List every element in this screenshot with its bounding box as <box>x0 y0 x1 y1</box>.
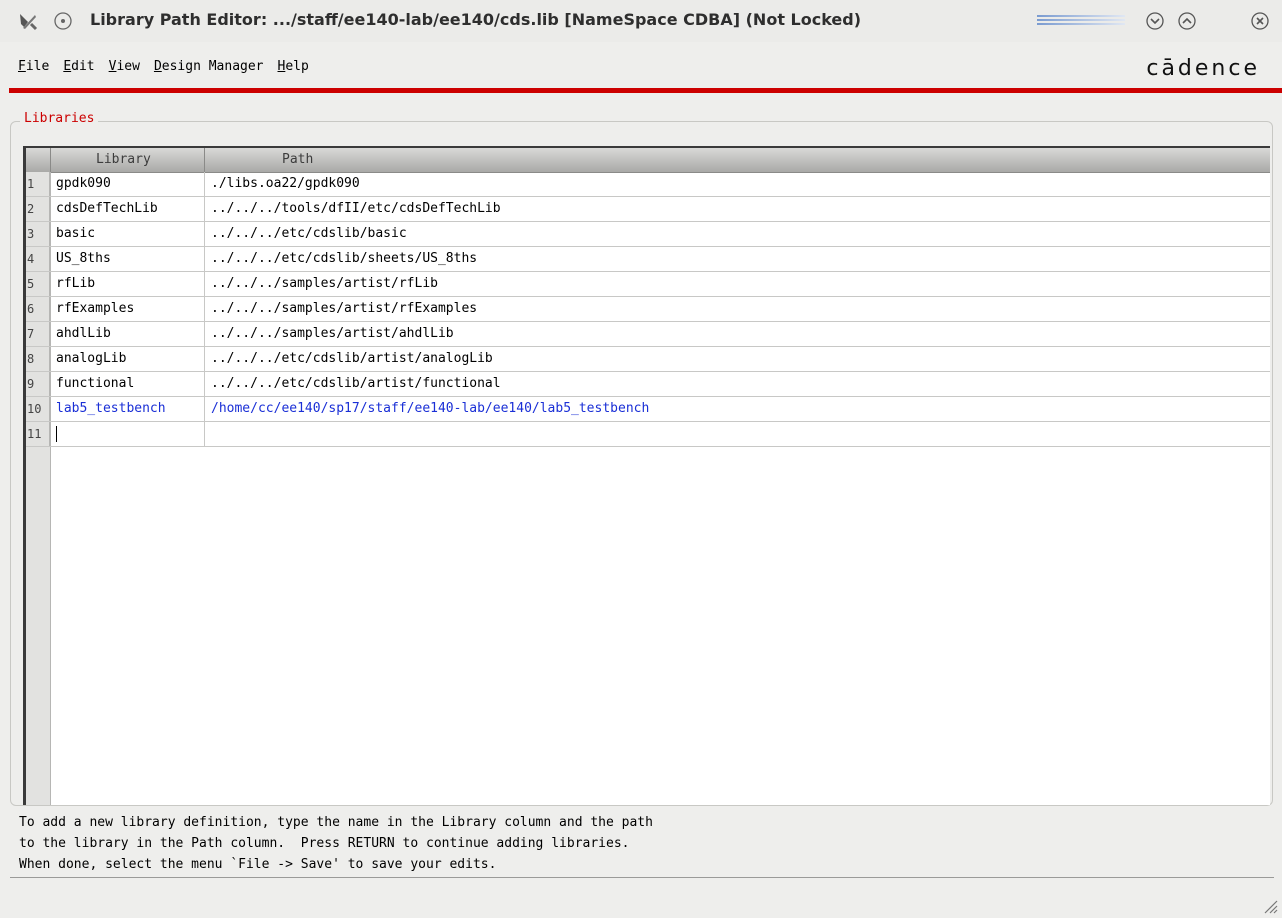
text-cursor <box>56 426 57 442</box>
table-row-new[interactable]: 11 <box>26 422 1270 447</box>
path-cell[interactable]: ../../../samples/artist/rfLib <box>211 272 438 296</box>
library-cell[interactable]: rfLib <box>56 272 95 296</box>
table-row[interactable]: 4 US_8ths ../../../etc/cdslib/sheets/US_… <box>26 247 1270 272</box>
path-cell[interactable]: ../../../etc/cdslib/artist/analogLib <box>211 347 493 371</box>
resize-grip-icon[interactable] <box>1260 896 1278 914</box>
menu-edit[interactable]: Edit <box>63 59 94 74</box>
close-icon[interactable] <box>1249 10 1271 32</box>
title-decoration <box>1037 15 1125 29</box>
row-number: 1 <box>26 172 50 196</box>
accent-divider <box>9 88 1282 93</box>
minimize-icon[interactable] <box>1144 10 1166 32</box>
maximize-icon[interactable] <box>1176 10 1198 32</box>
table-row[interactable]: 2 cdsDefTechLib ../../../tools/dfII/etc/… <box>26 197 1270 222</box>
library-cell[interactable]: functional <box>56 372 134 396</box>
table-row[interactable]: 6 rfExamples ../../../samples/artist/rfE… <box>26 297 1270 322</box>
status-divider <box>10 877 1274 878</box>
row-number: 3 <box>26 222 50 246</box>
table-row[interactable]: 8 analogLib ../../../etc/cdslib/artist/a… <box>26 347 1270 372</box>
menu-design-manager[interactable]: Design Manager <box>154 59 264 74</box>
library-cell[interactable]: rfExamples <box>56 297 134 321</box>
path-cell[interactable]: ./libs.oa22/gpdk090 <box>211 172 360 196</box>
library-cell[interactable]: basic <box>56 222 95 246</box>
menu-bar: File Edit View Design Manager Help cāden… <box>0 42 1282 88</box>
path-cell[interactable]: ../../../tools/dfII/etc/cdsDefTechLib <box>211 197 501 221</box>
cadence-logo: cādence <box>1146 56 1260 81</box>
row-number: 10 <box>26 397 50 421</box>
row-number: 11 <box>26 422 50 446</box>
library-cell[interactable]: ahdlLib <box>56 322 111 346</box>
path-cell[interactable]: ../../../etc/cdslib/basic <box>211 222 407 246</box>
help-line: to the library in the Path column. Press… <box>19 836 630 851</box>
menu-help[interactable]: Help <box>278 59 309 74</box>
table-row[interactable]: 1 gpdk090 ./libs.oa22/gpdk090 <box>26 172 1270 197</box>
menu-view[interactable]: View <box>109 59 140 74</box>
table-header: Library Path <box>26 148 1270 173</box>
app-icon[interactable] <box>17 10 39 32</box>
table-row[interactable]: 9 functional ../../../etc/cdslib/artist/… <box>26 372 1270 397</box>
menu: File Edit View Design Manager Help <box>18 59 323 74</box>
library-cell[interactable]: lab5_testbench <box>56 397 166 421</box>
library-cell[interactable]: US_8ths <box>56 247 111 271</box>
path-cell[interactable]: ../../../etc/cdslib/sheets/US_8ths <box>211 247 477 271</box>
row-number: 2 <box>26 197 50 221</box>
table-row[interactable]: 5 rfLib ../../../samples/artist/rfLib <box>26 272 1270 297</box>
sticky-icon[interactable] <box>52 10 74 32</box>
help-line: When done, select the menu `File -> Save… <box>19 857 497 872</box>
table-row[interactable]: 10 lab5_testbench /home/cc/ee140/sp17/st… <box>26 397 1270 422</box>
path-cell[interactable]: ../../../etc/cdslib/artist/functional <box>211 372 501 396</box>
library-table[interactable]: Library Path 1 gpdk090 ./libs.oa22/gpdk0… <box>23 146 1270 805</box>
row-number: 6 <box>26 297 50 321</box>
group-label: Libraries <box>20 111 99 126</box>
path-cell[interactable]: /home/cc/ee140/sp17/staff/ee140-lab/ee14… <box>211 397 649 421</box>
library-cell[interactable]: cdsDefTechLib <box>56 197 158 221</box>
row-number: 9 <box>26 372 50 396</box>
column-header-library[interactable]: Library <box>96 152 151 167</box>
window-title: Library Path Editor: .../staff/ee140-lab… <box>90 10 862 29</box>
table-row[interactable]: 3 basic ../../../etc/cdslib/basic <box>26 222 1270 247</box>
path-cell[interactable]: ../../../samples/artist/ahdlLib <box>211 322 454 346</box>
row-number: 5 <box>26 272 50 296</box>
row-number: 4 <box>26 247 50 271</box>
help-line: To add a new library definition, type th… <box>19 815 653 830</box>
table-row[interactable]: 7 ahdlLib ../../../samples/artist/ahdlLi… <box>26 322 1270 347</box>
library-cell[interactable]: analogLib <box>56 347 126 371</box>
row-number: 8 <box>26 347 50 371</box>
column-header-path[interactable]: Path <box>282 152 313 167</box>
row-number: 7 <box>26 322 50 346</box>
library-cell[interactable]: gpdk090 <box>56 172 111 196</box>
menu-file[interactable]: File <box>18 59 49 74</box>
title-bar: Library Path Editor: .../staff/ee140-lab… <box>0 0 1282 42</box>
path-cell[interactable]: ../../../samples/artist/rfExamples <box>211 297 477 321</box>
help-text: To add a new library definition, type th… <box>19 812 653 875</box>
